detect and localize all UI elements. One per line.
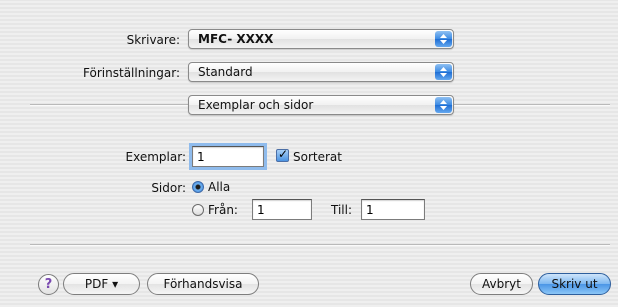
print-button[interactable]: Skriv ut bbox=[538, 273, 611, 295]
pages-from-field[interactable] bbox=[252, 199, 312, 220]
footer-separator bbox=[30, 244, 610, 246]
pages-from-label: Från: bbox=[208, 203, 238, 217]
pages-to-label: Till: bbox=[331, 203, 353, 217]
panel-popup[interactable]: Exemplar och sidor bbox=[188, 95, 454, 115]
pages-range-radio[interactable] bbox=[192, 204, 204, 216]
pdf-button[interactable]: PDF ▾ bbox=[63, 273, 140, 295]
panel-separator-left bbox=[30, 104, 188, 106]
stepper-arrows-icon bbox=[435, 97, 452, 113]
pages-all-radio[interactable] bbox=[192, 181, 204, 193]
print-dialog: { "printer": { "label": "Skrivare:", "va… bbox=[0, 0, 618, 307]
collate-checkbox[interactable]: ✓ bbox=[276, 147, 289, 162]
pages-to-field[interactable] bbox=[361, 199, 425, 220]
printer-label: Skrivare: bbox=[126, 33, 180, 47]
printer-value: MFC- XXXX bbox=[198, 32, 274, 46]
pages-all-label: Alla bbox=[208, 180, 231, 194]
panel-separator-right bbox=[454, 104, 610, 106]
copies-label: Exemplar: bbox=[125, 150, 186, 164]
pages-label: Sidor: bbox=[151, 181, 186, 195]
presets-value: Standard bbox=[198, 65, 253, 79]
preview-button[interactable]: Förhandsvisa bbox=[147, 273, 259, 295]
copies-field[interactable] bbox=[192, 146, 264, 167]
presets-label: Förinställningar: bbox=[83, 66, 180, 80]
stepper-arrows-icon bbox=[435, 64, 452, 80]
presets-popup[interactable]: Standard bbox=[188, 62, 454, 82]
printer-popup[interactable]: MFC- XXXX bbox=[188, 29, 454, 49]
cancel-button[interactable]: Avbryt bbox=[470, 273, 533, 295]
panel-value: Exemplar och sidor bbox=[198, 98, 314, 112]
checkmark-icon: ✓ bbox=[278, 147, 289, 161]
help-button[interactable]: ? bbox=[38, 274, 59, 295]
stepper-arrows-icon bbox=[435, 31, 452, 47]
collate-label: Sorterat bbox=[293, 150, 342, 164]
